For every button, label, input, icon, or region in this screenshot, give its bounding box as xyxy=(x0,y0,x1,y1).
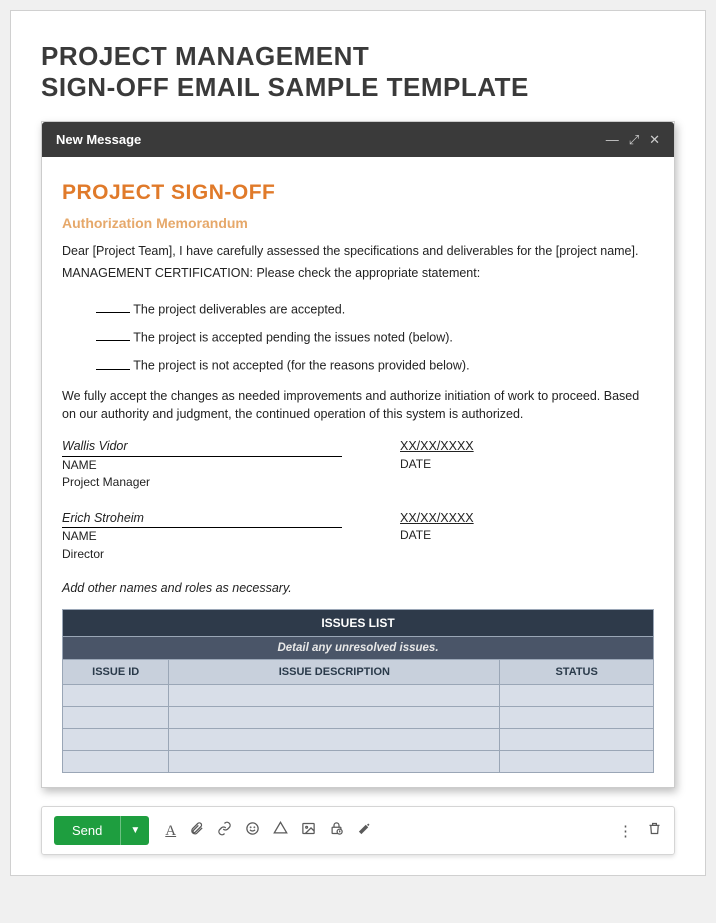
name-label: NAME xyxy=(62,458,97,472)
signer-role: Director xyxy=(62,547,104,561)
document-page: PROJECT MANAGEMENT SIGN-OFF EMAIL SAMPLE… xyxy=(10,10,706,876)
date-label: DATE xyxy=(400,528,431,542)
option-text: The project is not accepted (for the rea… xyxy=(133,359,469,373)
more-icon[interactable]: ⋮ xyxy=(618,822,633,840)
title-line-2: SIGN-OFF EMAIL SAMPLE TEMPLATE xyxy=(41,72,675,103)
email-header-title: New Message xyxy=(56,132,141,147)
name-label: NAME xyxy=(62,529,97,543)
signer-role: Project Manager xyxy=(62,475,150,489)
signature-block: Erich Stroheim NAME Director XX/XX/XXXX … xyxy=(62,510,654,564)
send-dropdown[interactable]: ▼ xyxy=(120,816,149,845)
emoji-icon[interactable] xyxy=(245,821,260,840)
email-header-bar: New Message — ⤢ ✕ xyxy=(42,122,674,157)
window-controls: — ⤢ ✕ xyxy=(606,133,660,146)
link-icon[interactable] xyxy=(217,821,232,840)
checkbox-blank[interactable] xyxy=(96,302,130,313)
signature-block: Wallis Vidor NAME Project Manager XX/XX/… xyxy=(62,438,654,492)
issues-sub-header: Detail any unresolved issues. xyxy=(63,637,654,660)
email-compose-window: New Message — ⤢ ✕ PROJECT SIGN-OFF Autho… xyxy=(41,121,675,788)
project-heading: PROJECT SIGN-OFF xyxy=(62,181,654,205)
drive-icon[interactable] xyxy=(273,821,288,840)
checkbox-blank[interactable] xyxy=(96,358,130,369)
document-title: PROJECT MANAGEMENT SIGN-OFF EMAIL SAMPLE… xyxy=(41,41,675,103)
table-row xyxy=(63,751,654,773)
sub-heading: Authorization Memorandum xyxy=(62,215,654,231)
image-icon[interactable] xyxy=(301,821,316,840)
signer-name: Wallis Vidor xyxy=(62,439,128,453)
col-status: STATUS xyxy=(500,660,654,685)
option-line: The project is accepted pending the issu… xyxy=(96,330,654,344)
send-button-group: Send ▼ xyxy=(54,816,149,845)
confidential-icon[interactable] xyxy=(329,821,344,840)
add-note: Add other names and roles as necessary. xyxy=(62,581,654,595)
option-text: The project deliverables are accepted. xyxy=(133,302,345,316)
trash-icon[interactable] xyxy=(647,821,662,840)
title-line-1: PROJECT MANAGEMENT xyxy=(41,41,675,72)
compose-toolbar: Send ▼ A xyxy=(41,806,675,855)
signer-date: XX/XX/XXXX xyxy=(400,511,474,525)
pen-icon[interactable] xyxy=(357,821,372,840)
close-icon[interactable]: ✕ xyxy=(649,133,660,146)
acceptance-text: We fully accept the changes as needed im… xyxy=(62,387,654,425)
checkbox-blank[interactable] xyxy=(96,330,130,341)
send-button[interactable]: Send xyxy=(54,816,120,845)
signer-date: XX/XX/XXXX xyxy=(400,439,474,453)
signer-name: Erich Stroheim xyxy=(62,511,144,525)
option-line: The project is not accepted (for the rea… xyxy=(96,358,654,372)
col-issue-desc: ISSUE DESCRIPTION xyxy=(169,660,500,685)
table-row xyxy=(63,707,654,729)
email-body: PROJECT SIGN-OFF Authorization Memorandu… xyxy=(42,157,674,787)
table-row xyxy=(63,685,654,707)
date-label: DATE xyxy=(400,457,431,471)
intro-text: Dear [Project Team], I have carefully as… xyxy=(62,241,654,284)
attach-icon[interactable] xyxy=(189,821,204,840)
issues-table: ISSUES LIST Detail any unresolved issues… xyxy=(62,609,654,773)
option-text: The project is accepted pending the issu… xyxy=(133,330,453,344)
col-issue-id: ISSUE ID xyxy=(63,660,169,685)
option-line: The project deliverables are accepted. xyxy=(96,302,654,316)
expand-icon[interactable]: ⤢ xyxy=(629,133,639,146)
issues-main-header: ISSUES LIST xyxy=(63,610,654,637)
minimize-icon[interactable]: — xyxy=(606,133,619,146)
format-icon[interactable]: A xyxy=(165,822,176,840)
table-row xyxy=(63,729,654,751)
